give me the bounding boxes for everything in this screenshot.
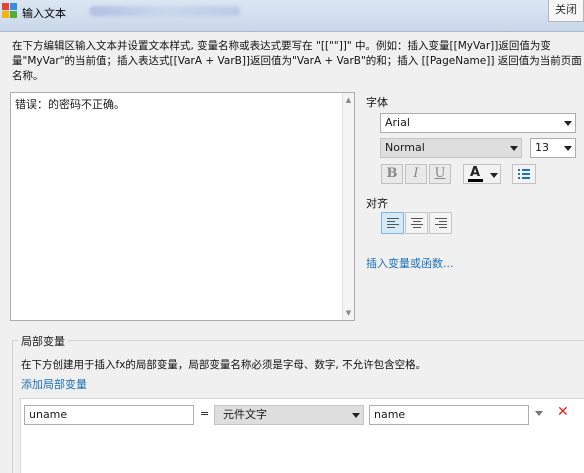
group-border [12, 340, 584, 341]
chevron-down-icon [564, 121, 572, 126]
title-bar: 输入文本 关闭 [0, 0, 584, 32]
font-family-select[interactable]: Arial [380, 113, 576, 133]
font-weight-select[interactable]: Normal [380, 138, 522, 158]
var-target-input[interactable]: name [369, 405, 529, 425]
align-left-button[interactable] [381, 212, 404, 234]
local-vars-title: 局部变量 [18, 333, 68, 349]
close-button[interactable]: 关闭 [548, 0, 584, 22]
chevron-down-icon [564, 146, 572, 151]
underline-button[interactable]: U [429, 164, 451, 184]
font-size-select[interactable]: 13 [530, 138, 576, 158]
var-target-value: name [374, 408, 406, 421]
align-center-button[interactable] [405, 212, 428, 234]
font-family-value: Arial [385, 116, 410, 129]
local-vars-hint: 在下方创建用于插入fx的局部变量，局部变量名称必须是字母、数字, 不允许包含空格… [21, 359, 427, 371]
text-editor[interactable]: 错误：的密码不正确。 ▲ ▼ [10, 92, 355, 321]
var-type-value: 元件文字 [223, 408, 267, 421]
align-section-label: 对齐 [366, 197, 388, 210]
var-type-select[interactable]: 元件文字 [214, 405, 364, 425]
font-section-label: 字体 [366, 96, 388, 109]
insert-variable-link[interactable]: 插入变量或函数... [366, 255, 454, 271]
bullet-list-icon [518, 169, 530, 179]
bold-button[interactable]: B [381, 164, 403, 184]
editor-content[interactable]: 错误：的密码不正确。 [15, 96, 125, 112]
italic-button[interactable]: I [405, 164, 427, 184]
delete-icon[interactable]: ✕ [557, 404, 569, 420]
font-weight-value: Normal [385, 141, 425, 154]
scroll-up-icon[interactable]: ▲ [343, 95, 354, 105]
instructions-text: 在下方编辑区输入文本并设置文本样式, 变量名称或表达式要写在 "[[""]]" … [12, 40, 582, 82]
var-name-value: uname [29, 408, 68, 421]
font-size-value: 13 [535, 141, 549, 154]
add-local-var-link[interactable]: 添加局部变量 [21, 376, 87, 392]
equals-sign: = [200, 407, 210, 420]
app-icon [2, 3, 17, 18]
group-border [12, 340, 13, 473]
window-title: 输入文本 [22, 7, 66, 20]
chevron-down-icon [510, 146, 518, 151]
text-color-icon: A [470, 165, 481, 180]
chevron-down-icon [490, 173, 498, 178]
blurred-title-detail [90, 6, 240, 16]
scroll-down-icon[interactable]: ▼ [343, 308, 354, 318]
align-right-button[interactable] [429, 212, 452, 234]
chevron-down-icon [352, 413, 360, 418]
target-dropdown-icon[interactable] [535, 411, 543, 416]
var-name-input[interactable]: uname [24, 405, 194, 425]
bullet-list-button[interactable] [512, 164, 536, 184]
text-color-button[interactable]: A [463, 164, 501, 184]
editor-scrollbar[interactable]: ▲ ▼ [342, 93, 354, 320]
color-bar-icon [468, 179, 483, 182]
